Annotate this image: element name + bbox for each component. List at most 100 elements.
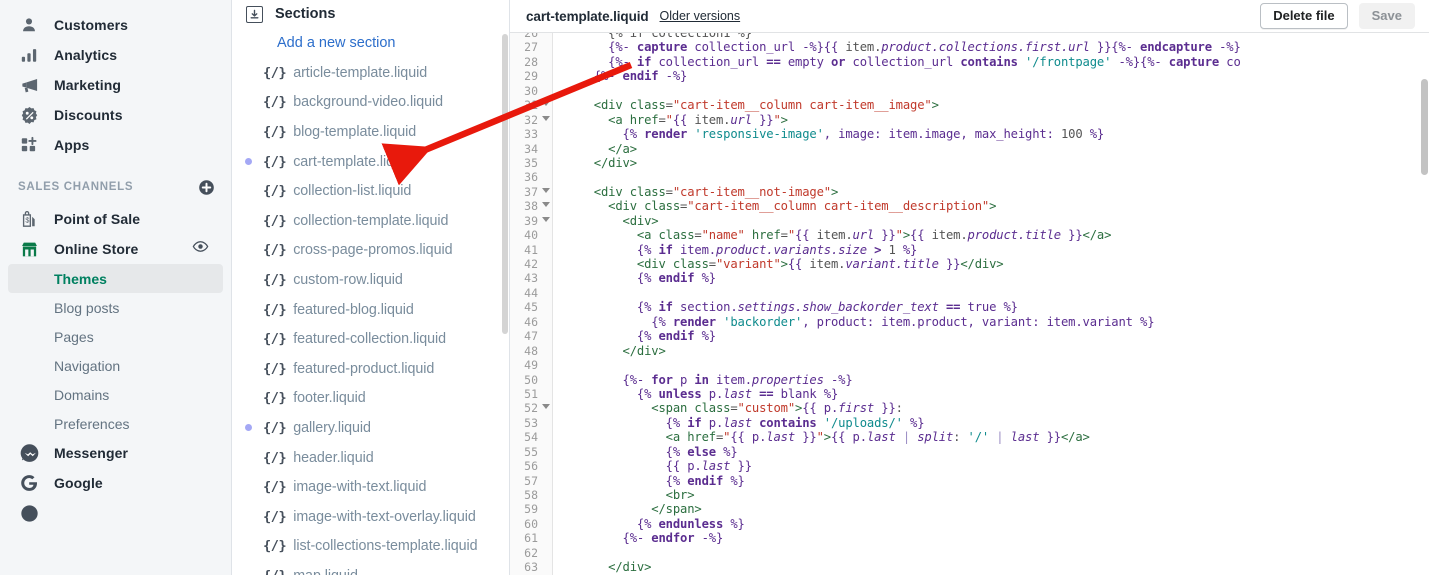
code-line[interactable]: <div class="cart-item__column cart-item_… (565, 98, 1429, 112)
file-list-item[interactable]: {/} cross-page-promos.liquid (232, 236, 509, 266)
sidebar-item-domains[interactable]: Domains (8, 380, 223, 409)
code-line[interactable] (565, 84, 1429, 98)
add-new-section-link[interactable]: Add a new section (232, 28, 509, 58)
sidebar-item-apps[interactable]: Apps (8, 130, 223, 160)
code-line[interactable]: {%- endif -%} (565, 69, 1429, 83)
apps-grid-icon (18, 134, 40, 156)
delete-file-button[interactable]: Delete file (1260, 3, 1348, 29)
file-list-item[interactable]: {/} featured-collection.liquid (232, 324, 509, 354)
file-list-item[interactable]: {/} blog-template.liquid (232, 117, 509, 147)
code-line[interactable]: {% endunless %} (565, 517, 1429, 531)
sidebar-item-analytics[interactable]: Analytics (8, 40, 223, 70)
file-name: background-video.liquid (293, 94, 444, 111)
save-button[interactable]: Save (1358, 3, 1415, 29)
code-line[interactable]: {% else %} (565, 445, 1429, 459)
eye-icon[interactable] (192, 238, 209, 260)
file-list-item[interactable]: {/} featured-blog.liquid (232, 295, 509, 325)
code-line[interactable]: </span> (565, 502, 1429, 516)
fold-arrow-icon[interactable] (542, 404, 550, 410)
code-line[interactable]: {%- endfor -%} (565, 531, 1429, 545)
sidebar-item-partial-below[interactable] (8, 498, 223, 528)
sidebar-item-themes[interactable]: Themes (8, 264, 223, 293)
code-line[interactable]: <br> (565, 488, 1429, 502)
file-list-item[interactable]: {/} cart-template.liquid (232, 147, 509, 177)
file-list-item[interactable]: {/} background-video.liquid (232, 88, 509, 118)
code-line[interactable]: </div> (565, 156, 1429, 170)
sidebar-item-blog-posts[interactable]: Blog posts (8, 293, 223, 322)
line-number-gutter[interactable]: 26 27 28 29 30 31 32 33 34 35 36 37 38 39 40 41 42 43 44 45… (510, 33, 553, 575)
file-list-item[interactable]: {/} map.liquid (232, 561, 509, 575)
fold-arrow-icon[interactable] (542, 202, 550, 208)
fold-arrow-icon[interactable] (542, 115, 550, 121)
older-versions-link[interactable]: Older versions (660, 9, 741, 23)
code-line[interactable]: {% endif %} (565, 329, 1429, 343)
file-name: collection-list.liquid (293, 183, 412, 200)
file-list-item[interactable]: {/} image-with-text-overlay.liquid (232, 502, 509, 532)
code-line[interactable]: <div class="cart-item__not-image"> (565, 185, 1429, 199)
code-line[interactable]: </div> (565, 560, 1429, 574)
sidebar-item-point-of-sale[interactable]: $ Point of Sale (8, 204, 223, 234)
fold-arrow-icon[interactable] (542, 216, 550, 222)
file-list-item[interactable]: {/} list-collections-template.liquid (232, 532, 509, 562)
plus-circle-icon[interactable] (198, 179, 215, 196)
sidebar-item-navigation[interactable]: Navigation (8, 351, 223, 380)
code-line[interactable]: <a href="{{ item.url }}"> (565, 113, 1429, 127)
file-list-item[interactable]: {/} article-template.liquid (232, 58, 509, 88)
liquid-file-icon: {/} (263, 390, 287, 407)
code-content[interactable]: {% if collection1 %} {%- capture collect… (553, 33, 1429, 575)
file-list-item[interactable]: {/} featured-product.liquid (232, 354, 509, 384)
sections-header: Sections (232, 0, 509, 28)
fold-arrow-icon[interactable] (542, 187, 550, 193)
code-line[interactable]: <div class="cart-item__column cart-item_… (565, 199, 1429, 213)
code-area[interactable]: 26 27 28 29 30 31 32 33 34 35 36 37 38 39 40 41 42 43 44 45… (510, 33, 1429, 575)
file-list-item[interactable]: {/} collection-list.liquid (232, 176, 509, 206)
sidebar-item-discounts[interactable]: Discounts (8, 100, 223, 130)
sidebar-item-marketing[interactable]: Marketing (8, 70, 223, 100)
files-scrollbar[interactable] (502, 0, 508, 575)
download-box-icon[interactable] (246, 5, 263, 23)
code-line[interactable] (565, 286, 1429, 300)
code-line[interactable]: {%- for p in item.properties -%} (565, 373, 1429, 387)
code-line[interactable]: {% endif %} (565, 474, 1429, 488)
code-scrollbar[interactable] (1421, 67, 1428, 574)
code-line[interactable]: {% if item.product.variants.size > 1 %} (565, 243, 1429, 257)
code-line[interactable]: {%- if collection_url == empty or collec… (565, 55, 1429, 69)
code-line[interactable]: <span class="custom">{{ p.first }}: (565, 401, 1429, 415)
code-line[interactable]: </a> (565, 142, 1429, 156)
sidebar-item-preferences[interactable]: Preferences (8, 409, 223, 438)
sidebar-item-customers[interactable]: Customers (8, 10, 223, 40)
sidebar-item-online-store[interactable]: Online Store (8, 234, 223, 264)
code-line[interactable]: {{ p.last }} (565, 459, 1429, 473)
code-line[interactable] (565, 546, 1429, 560)
file-list-item[interactable]: {/} custom-row.liquid (232, 265, 509, 295)
sidebar-item-pages[interactable]: Pages (8, 322, 223, 351)
files-scrollbar-thumb[interactable] (502, 34, 508, 334)
file-list-item[interactable]: {/} footer.liquid (232, 384, 509, 414)
code-line[interactable]: {% if p.last contains '/uploads/' %} (565, 416, 1429, 430)
code-scrollbar-thumb[interactable] (1421, 79, 1428, 175)
code-line[interactable]: <a class="name" href="{{ item.url }}">{{… (565, 228, 1429, 242)
code-line[interactable]: {% endif %} (565, 271, 1429, 285)
line-number: 62 (524, 545, 538, 560)
code-line[interactable]: {% render 'responsive-image', image: ite… (565, 127, 1429, 141)
code-line[interactable]: </div> (565, 344, 1429, 358)
code-line[interactable] (565, 170, 1429, 184)
code-line[interactable]: {%- capture collection_url -%}{{ item.pr… (565, 40, 1429, 54)
file-list-item[interactable]: {/} image-with-text.liquid (232, 472, 509, 502)
code-line[interactable]: {% if collection1 %} (565, 33, 1429, 40)
code-line[interactable] (565, 358, 1429, 372)
code-line[interactable]: {% if section.settings.show_backorder_te… (565, 300, 1429, 314)
file-list-item[interactable]: {/} header.liquid (232, 443, 509, 473)
fold-arrow-icon[interactable] (542, 101, 550, 107)
modified-dot-placeholder (245, 395, 252, 402)
code-line[interactable]: <div class="variant">{{ item.variant.tit… (565, 257, 1429, 271)
code-line[interactable]: {% render 'backorder', product: item.pro… (565, 315, 1429, 329)
sidebar-item-partial-above[interactable] (8, 0, 223, 10)
code-line[interactable]: <a href="{{ p.last }}">{{ p.last | split… (565, 430, 1429, 444)
code-line[interactable]: <div> (565, 214, 1429, 228)
sidebar-item-google[interactable]: Google (8, 468, 223, 498)
file-list-item[interactable]: {/} collection-template.liquid (232, 206, 509, 236)
code-line[interactable]: {% unless p.last == blank %} (565, 387, 1429, 401)
sidebar-item-messenger[interactable]: Messenger (8, 438, 223, 468)
file-list-item[interactable]: {/} gallery.liquid (232, 413, 509, 443)
